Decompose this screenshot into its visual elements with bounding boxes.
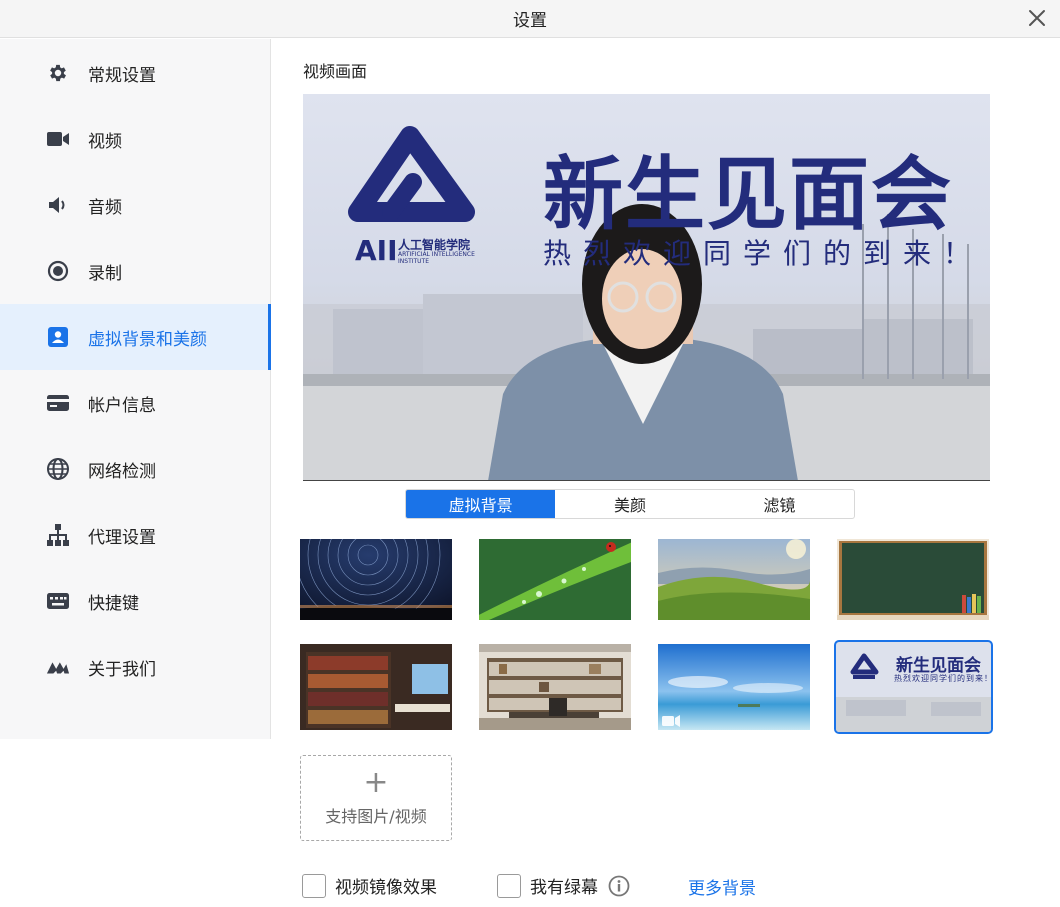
background-thumb-welcome-banner[interactable]: 新生见面会 热烈欢迎同学们的到来！: [834, 640, 993, 734]
background-thumb-bookshelf-room[interactable]: [300, 644, 452, 730]
sidebar-item-label: 快捷键: [88, 593, 139, 614]
speaker-icon: [46, 193, 70, 217]
upload-background-button[interactable]: + 支持图片/视频: [300, 755, 452, 841]
mirror-option: 视频镜像效果: [302, 873, 437, 898]
background-thumb-leaf-dewdrops[interactable]: [479, 539, 631, 620]
sidebar-item-label: 帐户信息: [88, 395, 156, 416]
close-button[interactable]: [1024, 5, 1050, 31]
sidebar-item-about[interactable]: 关于我们: [0, 634, 271, 700]
banner-title: 新生见面会: [543, 148, 953, 241]
more-backgrounds-link[interactable]: 更多背景: [688, 874, 756, 899]
card-icon: [46, 391, 70, 415]
logo-en-2: INSTITUTE: [398, 258, 430, 265]
sidebar-item-label: 网络检测: [88, 461, 156, 482]
sidebar: 常规设置 视频 音频 录制 虚拟背景和美颜 帐户信息 网络检测 代理设置 快捷键…: [0, 39, 271, 907]
sidebar-item-account[interactable]: 帐户信息: [0, 370, 271, 436]
window-title: 设置: [513, 11, 547, 31]
sidebar-item-proxy[interactable]: 代理设置: [0, 502, 271, 568]
tab-filter[interactable]: 滤镜: [705, 490, 854, 518]
record-icon: [46, 259, 70, 283]
logo-en-1: ARTIFICIAL INTELLIGENCE: [398, 251, 475, 258]
background-thumb-chalkboard[interactable]: [837, 539, 989, 620]
greenscreen-checkbox[interactable]: [497, 873, 521, 898]
background-thumb-green-hills[interactable]: [658, 539, 810, 620]
thumb-banner-subtitle: 热烈欢迎同学们的到来！: [894, 674, 991, 683]
logo-letters: AII: [355, 234, 398, 267]
greenscreen-option: 我有绿幕: [497, 873, 630, 898]
effect-tabs: 虚拟背景 美颜 滤镜: [405, 489, 855, 519]
sidebar-item-label: 虚拟背景和美颜: [88, 329, 207, 350]
info-icon[interactable]: [608, 875, 630, 897]
plus-icon: +: [363, 765, 389, 800]
video-badge-icon: [662, 715, 680, 727]
sidebar-item-label: 代理设置: [88, 527, 156, 548]
video-camera-icon: [46, 127, 70, 151]
globe-icon: [46, 457, 70, 481]
portrait-icon: [46, 325, 70, 349]
sidebar-item-general[interactable]: 常规设置: [0, 40, 271, 106]
background-thumb-star-trails[interactable]: [300, 539, 452, 620]
video-preview: 新生见面会 热烈欢迎同学们的到来！ AII 人工智能学院 ARTIFICIAL …: [303, 94, 990, 481]
sidebar-item-label: 音频: [88, 197, 122, 218]
sidebar-item-label: 关于我们: [88, 659, 156, 680]
sidebar-item-video[interactable]: 视频: [0, 106, 271, 172]
network-tree-icon: [46, 523, 70, 547]
sidebar-item-record[interactable]: 录制: [0, 238, 271, 304]
settings-window: 设置 常规设置 视频 音频 录制 虚拟背景和美颜 帐户信息 网络检测 代理设置 …: [0, 0, 1060, 907]
keyboard-icon: [46, 589, 70, 613]
sidebar-item-audio[interactable]: 音频: [0, 172, 271, 238]
sidebar-item-label: 常规设置: [88, 65, 156, 86]
section-title: 视频画面: [303, 62, 368, 81]
sidebar-item-label: 录制: [88, 263, 122, 284]
banner-subtitle: 热烈欢迎同学们的到来！: [543, 237, 984, 270]
brand-logo-icon: [46, 655, 70, 679]
gear-icon: [46, 61, 70, 85]
background-thumb-sea-sky[interactable]: [658, 644, 810, 730]
sidebar-item-shortcuts[interactable]: 快捷键: [0, 568, 271, 634]
upload-label: 支持图片/视频: [325, 807, 427, 826]
close-icon: [1029, 10, 1045, 26]
greenscreen-label: 我有绿幕: [530, 878, 598, 898]
tab-beauty[interactable]: 美颜: [555, 490, 704, 518]
background-thumb-office-shelves[interactable]: [479, 644, 631, 730]
title-bar: 设置: [0, 0, 1060, 38]
tab-virtual-background[interactable]: 虚拟背景: [406, 490, 556, 518]
sidebar-item-virtual-background[interactable]: 虚拟背景和美颜: [0, 304, 271, 370]
mirror-checkbox[interactable]: [302, 873, 326, 898]
mirror-label: 视频镜像效果: [335, 878, 437, 898]
sidebar-item-network[interactable]: 网络检测: [0, 436, 271, 502]
sidebar-item-label: 视频: [88, 131, 122, 152]
